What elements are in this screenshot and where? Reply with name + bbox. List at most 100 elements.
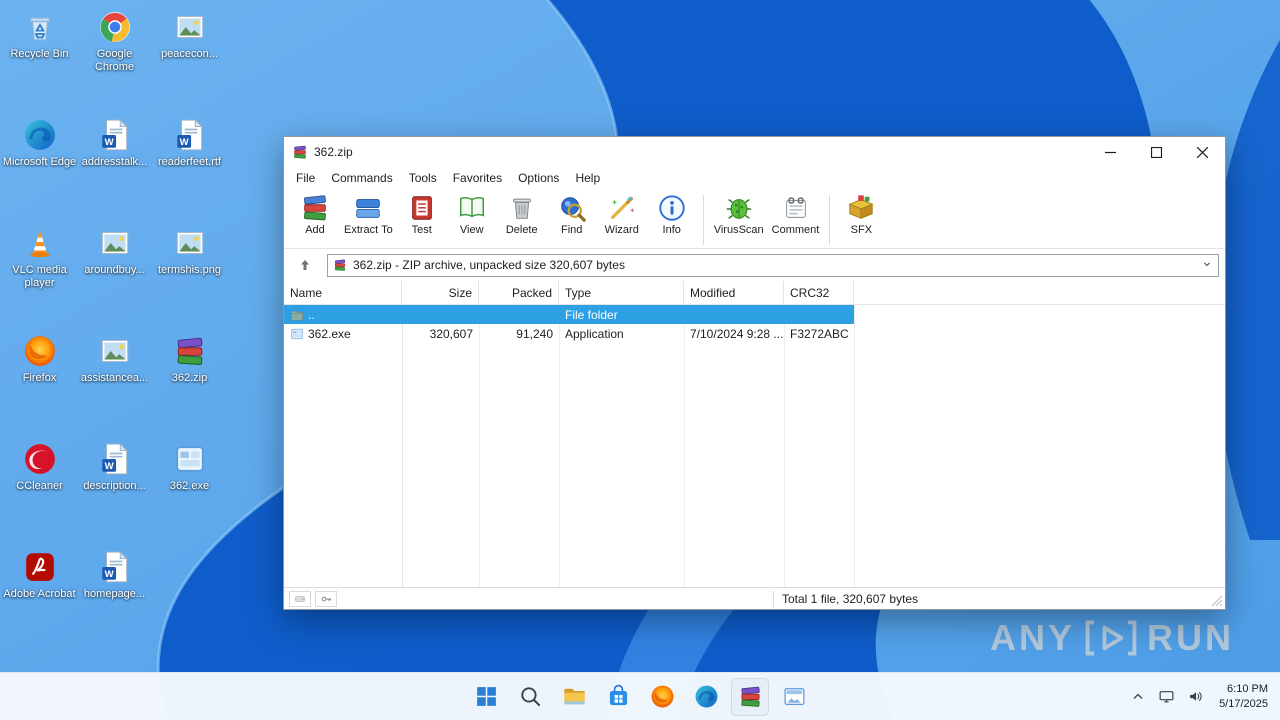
toolbar-find-button[interactable]: Find — [547, 192, 597, 237]
column-grid-line — [854, 305, 855, 587]
desktop-icon-ccleaner[interactable]: CCleaner — [2, 440, 77, 548]
column-grid-line — [559, 305, 560, 587]
taskbar-app-icons — [464, 673, 816, 720]
desktop-icon-homepage[interactable]: Whomepage... — [77, 548, 152, 656]
taskbar-start-button[interactable] — [467, 678, 505, 716]
watermark-left-text: ANY — [989, 617, 1075, 658]
column-header-size[interactable]: Size — [402, 281, 479, 304]
file-name: 362.exe — [308, 326, 351, 341]
desktop-icon-label: description... — [83, 480, 146, 492]
menu-commands[interactable]: Commands — [323, 169, 400, 187]
menu-help[interactable]: Help — [567, 169, 608, 187]
sfx-icon — [846, 193, 876, 223]
tray-chevron-up-icon[interactable] — [1125, 678, 1151, 716]
anyrun-watermark: ANY RUN — [990, 616, 1234, 660]
taskbar-microsoft-store-button[interactable] — [599, 678, 637, 716]
drive-icon[interactable] — [289, 590, 311, 607]
desktop-icon-termshis-png[interactable]: termshis.png — [152, 224, 227, 332]
clock-date: 5/17/2025 — [1219, 697, 1268, 710]
menu-file[interactable]: File — [288, 169, 323, 187]
menu-bar: File Commands Tools Favorites Options Help — [284, 167, 1225, 189]
toolbar-button-label: Info — [662, 224, 681, 236]
archive-icon — [333, 258, 347, 272]
column-header-type[interactable]: Type — [559, 281, 684, 304]
word-icon: W — [98, 550, 132, 584]
svg-text:W: W — [179, 137, 188, 148]
toolbar-comment-button[interactable]: Comment — [768, 192, 824, 237]
file-row-362-exe[interactable]: 362.exe 320,607 91,240 Application 7/10/2024… — [284, 324, 854, 343]
menu-tools[interactable]: Tools — [401, 169, 445, 187]
search-icon — [518, 684, 543, 709]
column-header-modified[interactable]: Modified — [684, 281, 784, 304]
up-one-level-button[interactable] — [290, 253, 320, 277]
tray-display-icon[interactable] — [1153, 678, 1180, 716]
resize-grip-icon[interactable] — [1211, 595, 1223, 607]
info-icon — [657, 193, 687, 223]
taskbar-open-window-button[interactable] — [775, 678, 813, 716]
desktop-icon-label: readerfeet.rtf — [158, 156, 221, 168]
desktop-icon-adobe-acrobat[interactable]: Adobe Acrobat — [2, 548, 77, 656]
firefox-icon — [23, 334, 57, 368]
column-header-packed[interactable]: Packed — [479, 281, 559, 304]
archive-path-combobox[interactable]: 362.zip - ZIP archive, unpacked size 320… — [327, 253, 1219, 277]
close-button[interactable] — [1179, 137, 1225, 167]
taskbar-winrar-button[interactable] — [731, 677, 769, 716]
minimize-button[interactable] — [1087, 137, 1133, 167]
toolbar-view-button[interactable]: View — [447, 192, 497, 237]
toolbar-info-button[interactable]: Info — [647, 192, 697, 237]
desktop-icon-362-exe[interactable]: 362.exe — [152, 440, 227, 548]
menu-options[interactable]: Options — [510, 169, 567, 187]
desktop-icon-readerfeet-rtf[interactable]: Wreaderfeet.rtf — [152, 116, 227, 224]
svg-text:W: W — [104, 137, 113, 148]
taskbar-file-explorer-button[interactable] — [555, 678, 593, 716]
toolbar-button-label: VirusScan — [713, 224, 764, 236]
extract-icon — [353, 193, 383, 223]
column-grid-line — [684, 305, 685, 587]
tray-speaker-icon[interactable] — [1182, 678, 1209, 716]
desktop-icon-aroundbuy[interactable]: aroundbuy... — [77, 224, 152, 332]
word-icon: W — [173, 118, 207, 152]
desktop-icon-microsoft-edge[interactable]: Microsoft Edge — [2, 116, 77, 224]
toolbar-add-button[interactable]: Add — [290, 192, 340, 237]
word-icon: W — [98, 442, 132, 476]
toolbar-button-label: Find — [561, 224, 583, 236]
clock-time: 6:10 PM — [1227, 682, 1268, 695]
toolbar-delete-button[interactable]: Delete — [497, 192, 547, 237]
chevron-down-icon[interactable] — [1201, 258, 1213, 273]
taskbar-edge-button[interactable] — [687, 678, 725, 716]
key-icon[interactable] — [315, 590, 337, 607]
desktop-icon-vlc-media-player[interactable]: VLC media player — [2, 224, 77, 332]
edge-icon — [23, 118, 57, 152]
taskbar-search-button[interactable] — [511, 678, 549, 716]
column-header-name[interactable]: Name — [284, 281, 402, 304]
desktop-icon-addresstalk[interactable]: Waddresstalk... — [77, 116, 152, 224]
menu-favorites[interactable]: Favorites — [445, 169, 510, 187]
winrar-app-icon — [292, 144, 308, 160]
desktop-icon-firefox[interactable]: Firefox — [2, 332, 77, 440]
toolbar-extract-to-button[interactable]: Extract To — [340, 192, 397, 237]
desktop-icon-label: CCleaner — [16, 480, 63, 492]
toolbar-button-label: Extract To — [344, 224, 393, 236]
taskbar-firefox-button[interactable] — [643, 678, 681, 716]
taskbar-clock[interactable]: 6:10 PM 5/17/2025 — [1219, 682, 1268, 712]
file-packed: 91,240 — [516, 326, 553, 341]
desktop-icon-recycle-bin[interactable]: Recycle Bin — [2, 8, 77, 116]
chrome-icon — [98, 10, 132, 44]
toolbar-wizard-button[interactable]: Wizard — [597, 192, 647, 237]
toolbar-test-button[interactable]: Test — [397, 192, 447, 237]
toolbar-sfx-button[interactable]: SFX — [836, 192, 886, 237]
desktop-icon-peacecon[interactable]: peacecon... — [152, 8, 227, 116]
desktop-icon-assistancea[interactable]: assistancea... — [77, 332, 152, 440]
title-bar[interactable]: 362.zip — [284, 137, 1225, 167]
maximize-button[interactable] — [1133, 137, 1179, 167]
file-row-[interactable]: .. File folder — [284, 305, 854, 324]
toolbar: Add Extract To Test View Delete Find Wizard Inf… — [284, 189, 1225, 249]
desktop-icon-362-zip[interactable]: 362.zip — [152, 332, 227, 440]
toolbar-virusscan-button[interactable]: VirusScan — [710, 192, 768, 237]
column-header-label: CRC32 — [790, 285, 830, 300]
desktop-icon-google-chrome[interactable]: Google Chrome — [77, 8, 152, 116]
desktop-icon-description[interactable]: Wdescription... — [77, 440, 152, 548]
exe-icon — [173, 442, 207, 476]
column-header-crc32[interactable]: CRC32 — [784, 281, 854, 304]
winrar-icon — [738, 684, 763, 709]
